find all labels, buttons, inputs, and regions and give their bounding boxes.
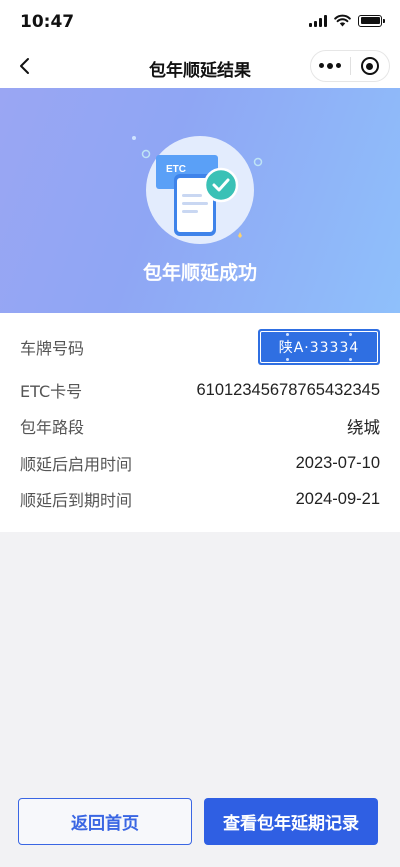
mini-program-capsule: [310, 50, 390, 82]
plate-number: 陕A·33334: [260, 331, 378, 363]
return-home-button[interactable]: 返回首页: [18, 798, 192, 845]
success-banner: ETC 包年顺延成功: [0, 88, 400, 313]
etc-success-illustration: ETC: [132, 136, 263, 244]
nav-bar: 包年顺延结果: [0, 44, 400, 88]
info-row-end-date: 顺延后到期时间 2024-09-21: [20, 482, 380, 516]
info-label: 顺延后启用时间: [20, 455, 133, 474]
status-icons: [309, 14, 385, 27]
target-icon: [360, 57, 379, 75]
status-bar: 10:47: [0, 0, 400, 44]
info-row-card-number: ETC卡号 61012345678765432345: [20, 373, 380, 407]
view-extension-records-button[interactable]: 查看包年延期记录: [204, 798, 378, 845]
wifi-icon: [334, 14, 351, 27]
info-value: 2024-09-21: [295, 489, 380, 508]
info-row-start-date: 顺延后启用时间 2023-07-10: [20, 446, 380, 480]
cellular-signal-icon: [309, 14, 327, 27]
info-row-plate: 车牌号码 陕A·33334: [20, 329, 380, 365]
more-dots-icon: [319, 63, 342, 69]
info-label: ETC卡号: [20, 382, 83, 401]
info-value: 2023-07-10: [295, 453, 380, 472]
svg-text:ETC: ETC: [166, 164, 186, 175]
more-button[interactable]: [311, 51, 350, 81]
battery-icon: [358, 14, 385, 27]
info-label: 车牌号码: [20, 339, 85, 358]
info-label: 包年路段: [20, 418, 85, 437]
info-label: 顺延后到期时间: [20, 491, 133, 510]
info-value: 绕城: [347, 419, 380, 437]
info-row-road-section: 包年路段 绕城: [20, 409, 380, 443]
info-value: 61012345678765432345: [196, 380, 380, 399]
close-program-button[interactable]: [350, 51, 389, 81]
license-plate: 陕A·33334: [258, 329, 380, 365]
success-title: 包年顺延成功: [142, 262, 257, 284]
bottom-action-bar: 返回首页 查看包年延期记录: [0, 782, 400, 867]
result-details: 车牌号码 陕A·33334 ETC卡号 61012345678765432345…: [0, 313, 400, 532]
status-time: 10:47: [20, 12, 75, 32]
